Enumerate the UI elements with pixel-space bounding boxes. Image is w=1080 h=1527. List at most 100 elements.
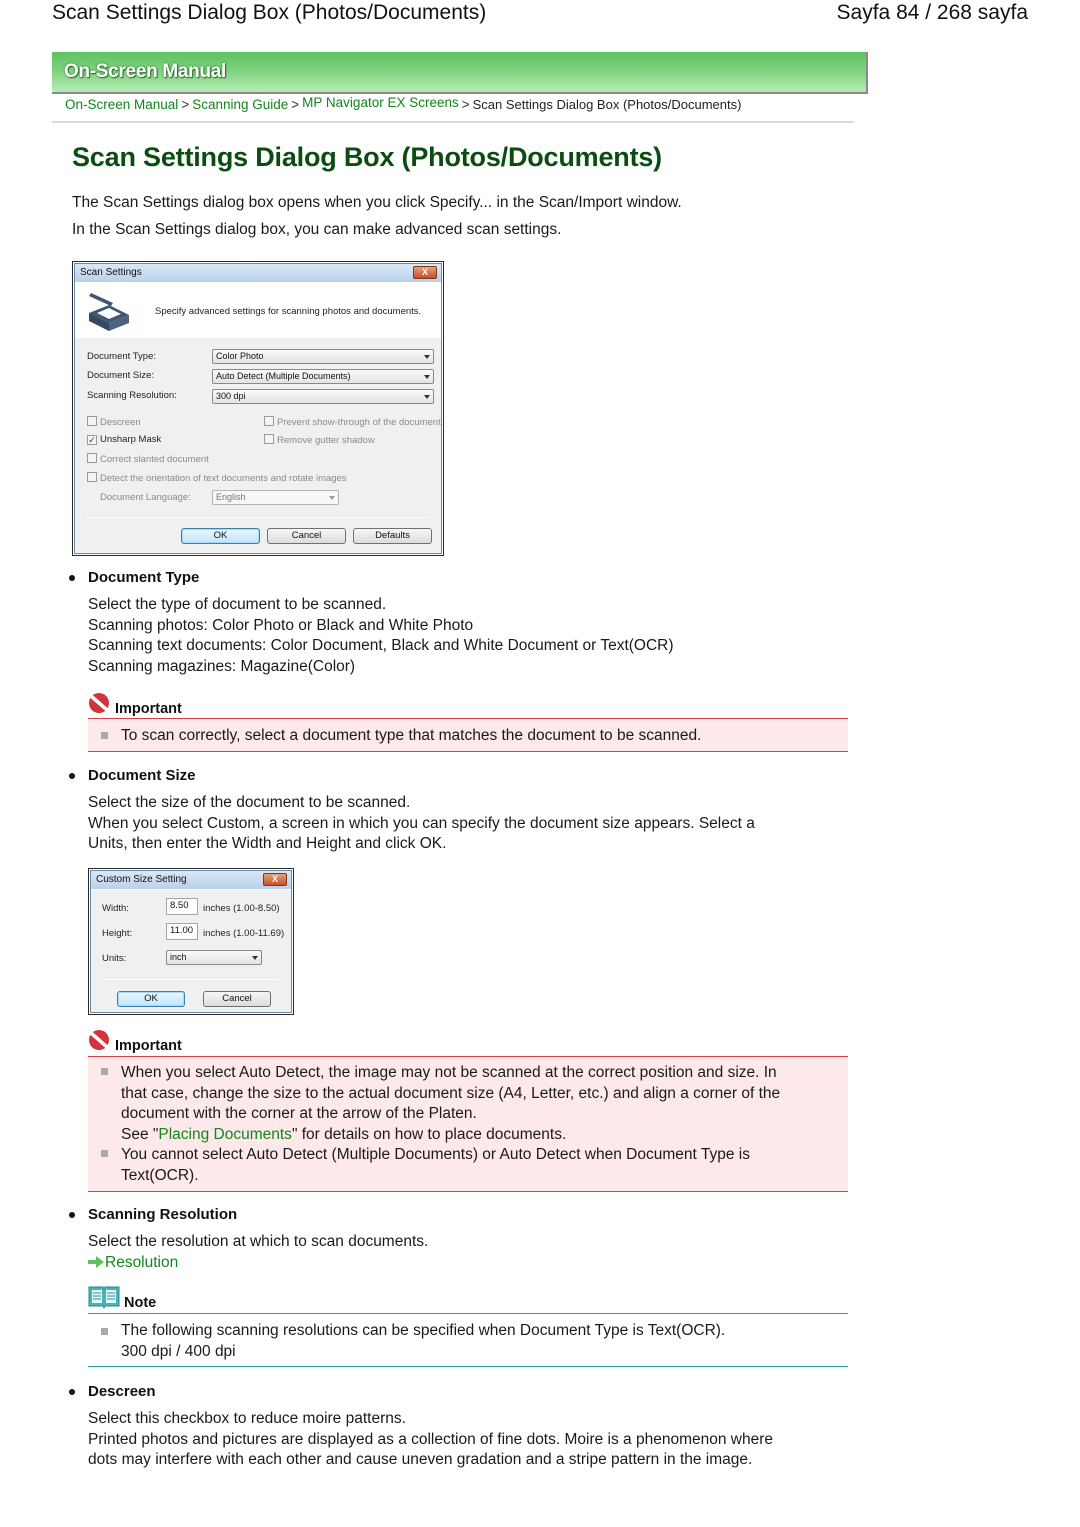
bullet-icon bbox=[69, 1212, 75, 1218]
section-line: When you select Custom, a screen in whic… bbox=[88, 814, 755, 832]
document-size-select[interactable]: Auto Detect (Multiple Documents) bbox=[212, 369, 434, 384]
close-icon: X bbox=[263, 873, 287, 886]
detect-orientation-checkbox[interactable]: Detect the orientation of text documents… bbox=[87, 472, 347, 484]
section-document-type: Document Type Select the type of documen… bbox=[69, 569, 848, 677]
section-document-size: Document Size Select the size of the doc… bbox=[69, 767, 848, 855]
important-icon bbox=[89, 693, 109, 713]
section-line: Printed photos and pictures are displaye… bbox=[88, 1430, 773, 1448]
units-value: inch bbox=[170, 952, 187, 962]
important-text: To scan correctly, select a document typ… bbox=[121, 727, 702, 744]
note-divider-bottom bbox=[88, 1366, 848, 1367]
section-descreen: Descreen Select this checkbox to reduce … bbox=[69, 1383, 848, 1471]
chevron-down-icon bbox=[252, 956, 258, 960]
breadcrumb-current: Scan Settings Dialog Box (Photos/Documen… bbox=[472, 97, 742, 112]
remove-gutter-shadow-checkbox[interactable]: Remove gutter shadow bbox=[264, 434, 375, 446]
dialog-title: Scan Settings bbox=[80, 267, 142, 278]
cancel-button[interactable]: Cancel bbox=[267, 528, 346, 544]
page-indicator: Sayfa 84 / 268 sayfa bbox=[836, 1, 1028, 24]
callout-title: Important bbox=[115, 701, 182, 717]
document-language-select[interactable]: English bbox=[212, 490, 339, 505]
see-prefix: See " bbox=[121, 1125, 159, 1143]
scanning-resolution-select[interactable]: 300 dpi bbox=[212, 389, 434, 404]
chevron-down-icon bbox=[424, 395, 430, 399]
arrow-right-icon bbox=[88, 1255, 104, 1268]
square-bullet-icon bbox=[101, 1150, 108, 1157]
scanner-icon bbox=[89, 293, 129, 331]
close-icon: X bbox=[413, 266, 437, 279]
height-range: inches (1.00-11.69) bbox=[203, 928, 285, 939]
breadcrumb-separator: > bbox=[181, 97, 190, 112]
dialog-divider bbox=[87, 517, 429, 518]
important-box: When you select Auto Detect, the image m… bbox=[88, 1056, 848, 1192]
intro-paragraph-1: The Scan Settings dialog box opens when … bbox=[72, 194, 682, 211]
height-input[interactable]: 11.00 bbox=[166, 923, 198, 940]
important-icon bbox=[89, 1030, 109, 1050]
section-line: Scanning text documents: Color Document,… bbox=[88, 637, 674, 654]
important-text: Text(OCR). bbox=[121, 1166, 199, 1184]
manual-banner-label: On-Screen Manual bbox=[64, 61, 227, 82]
scan-settings-dialog-image: Scan Settings X Specify advanced setting… bbox=[72, 261, 444, 556]
dialog-titlebar: Scan Settings X bbox=[75, 264, 441, 282]
units-select[interactable]: inch bbox=[166, 950, 262, 965]
descreen-checkbox[interactable]: Descreen bbox=[87, 416, 141, 428]
cancel-button[interactable]: Cancel bbox=[203, 991, 271, 1007]
section-heading: Scanning Resolution bbox=[88, 1206, 238, 1223]
breadcrumb-separator: > bbox=[461, 97, 470, 112]
section-heading: Descreen bbox=[88, 1383, 156, 1400]
bullet-icon bbox=[69, 773, 75, 779]
breadcrumb-link-scanning-guide[interactable]: Scanning Guide bbox=[192, 97, 288, 112]
chevron-down-icon bbox=[424, 355, 430, 359]
breadcrumb-link-on-screen-manual[interactable]: On-Screen Manual bbox=[65, 97, 178, 112]
breadcrumb-link-mp-navigator-ex-screens[interactable]: MP Navigator EX Screens bbox=[302, 95, 459, 110]
dialog-divider bbox=[101, 979, 279, 980]
intro-paragraph-2: In the Scan Settings dialog box, you can… bbox=[72, 221, 562, 238]
checkbox-label: Detect the orientation of text documents… bbox=[100, 473, 347, 484]
resolution-link[interactable]: Resolution bbox=[105, 1254, 178, 1271]
important-text: document with the corner at the arrow of… bbox=[121, 1105, 477, 1122]
square-bullet-icon bbox=[101, 1068, 108, 1075]
custom-size-dialog-image: Custom Size Setting X Width: 8.50 inches… bbox=[88, 868, 294, 1015]
ok-button[interactable]: OK bbox=[181, 528, 260, 544]
document-type-value: Color Photo bbox=[216, 351, 264, 361]
ok-button[interactable]: OK bbox=[117, 991, 185, 1007]
chevron-down-icon bbox=[329, 496, 335, 500]
document-size-value: Auto Detect (Multiple Documents) bbox=[216, 371, 351, 381]
important-text: You cannot select Auto Detect (Multiple … bbox=[121, 1146, 750, 1163]
see-suffix: " for details on how to place documents. bbox=[291, 1125, 567, 1143]
dialog-header: Specify advanced settings for scanning p… bbox=[75, 283, 441, 338]
defaults-button[interactable]: Defaults bbox=[353, 528, 432, 544]
unsharp-mask-checkbox[interactable]: ✓ Unsharp Mask bbox=[87, 434, 161, 445]
checkbox-box bbox=[87, 416, 97, 426]
checkbox-label: Remove gutter shadow bbox=[277, 435, 375, 446]
scanning-resolution-label: Scanning Resolution: bbox=[87, 390, 177, 401]
placing-documents-link[interactable]: Placing Documents bbox=[158, 1126, 292, 1143]
dialog-title: Custom Size Setting bbox=[96, 874, 187, 885]
bullet-icon bbox=[69, 1389, 75, 1395]
note-book-icon bbox=[88, 1286, 120, 1309]
important-item: When you select Auto Detect, the image m… bbox=[121, 1063, 780, 1145]
document-language-label: Document Language: bbox=[100, 492, 191, 503]
correct-slanted-document-checkbox[interactable]: Correct slanted document bbox=[87, 453, 209, 465]
document-type-select[interactable]: Color Photo bbox=[212, 349, 434, 364]
page-header-title: Scan Settings Dialog Box (Photos/Documen… bbox=[52, 1, 487, 24]
important-see-line: See "Placing Documents" for details on h… bbox=[121, 1125, 780, 1146]
width-input[interactable]: 8.50 bbox=[166, 898, 198, 915]
section-line: dots may interfere with each other and c… bbox=[88, 1451, 753, 1468]
square-bullet-icon bbox=[101, 1328, 108, 1335]
checkbox-label: Descreen bbox=[100, 417, 141, 428]
scanning-resolution-value: 300 dpi bbox=[216, 391, 246, 401]
callout-title: Important bbox=[115, 1038, 182, 1054]
checkbox-label: Correct slanted document bbox=[100, 454, 209, 465]
dialog-titlebar: Custom Size Setting X bbox=[91, 871, 291, 889]
checkbox-label: Prevent show-through of the document bbox=[277, 417, 441, 428]
section-scanning-resolution: Scanning Resolution Select the resolutio… bbox=[69, 1206, 848, 1274]
prevent-show-through-checkbox[interactable]: Prevent show-through of the document bbox=[264, 416, 441, 428]
important-text: When you select Auto Detect, the image m… bbox=[121, 1064, 777, 1081]
checkbox-box bbox=[87, 453, 97, 463]
resolution-link-row[interactable]: Resolution bbox=[88, 1253, 848, 1274]
checkbox-box bbox=[87, 472, 97, 482]
height-label: Height: bbox=[102, 928, 133, 939]
document-type-label: Document Type: bbox=[87, 351, 157, 362]
check-icon: ✓ bbox=[87, 435, 97, 445]
bullet-icon bbox=[69, 575, 75, 581]
